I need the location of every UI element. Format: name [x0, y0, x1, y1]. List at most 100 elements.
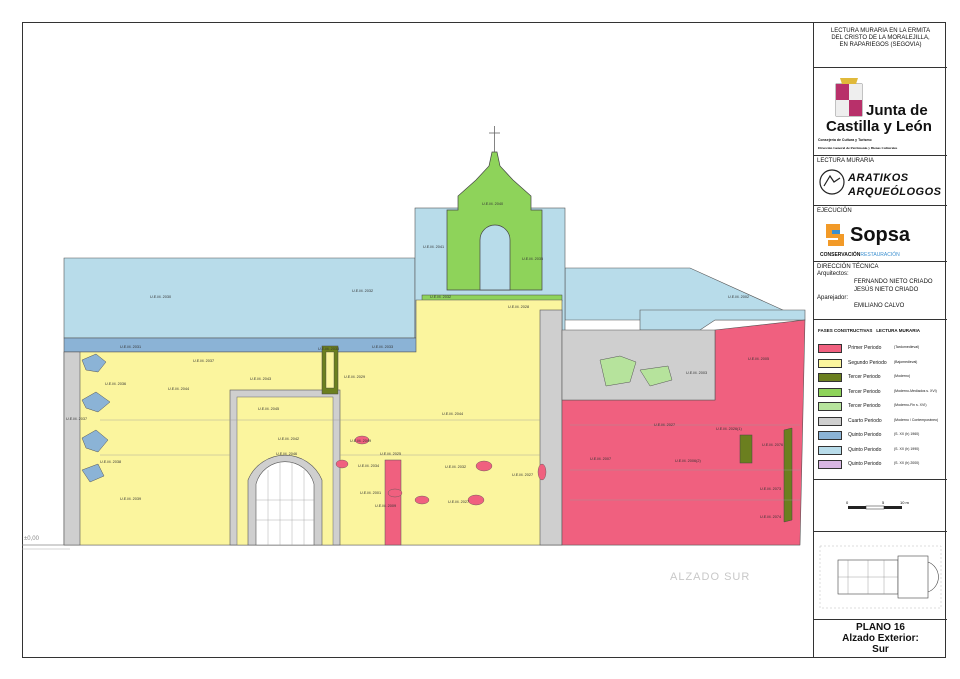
project-title-line: LECTURA MURARIA EN LA ERMITA [830, 28, 931, 34]
legend-note: (Moderno / Contemporáneo) [894, 417, 939, 422]
direccion-general: Dirección General de Patrimonio y Bienes… [818, 146, 898, 150]
aparejador: EMILIANO CALVO [854, 303, 905, 309]
ue-label: U.E.M. 2076 [762, 443, 783, 447]
ue-label: U.E.M. 2025 [380, 452, 401, 456]
ue-label: U.E.M. 2003 [686, 371, 707, 375]
ue-label: U.E.M. 2027 [448, 500, 469, 504]
gray-upper-right [561, 329, 716, 401]
ue-label: U.E.M. 2038 [100, 460, 121, 464]
legend-label: Tercer Periodo [848, 388, 881, 395]
legend-swatch [818, 416, 842, 426]
ue-label: U.E.M. 2032 [430, 295, 451, 299]
sopsa-cell: EJECUCIÓN Sopsa CONSERVACIÓNRESTAURACIÓN [814, 206, 947, 262]
aratikos-line1: ARATIKOS [848, 172, 909, 184]
left-buttress [63, 351, 81, 546]
legend-swatch [818, 373, 842, 382]
olive-window-slot [325, 351, 335, 389]
ue-label: U.E.M. 2032 [352, 289, 373, 293]
legend-item: Quinto Periodo (S. XX (h) 2000) [818, 460, 943, 472]
legend-item: Segundo Periodo (Bajomedieval) [818, 358, 943, 371]
coat-of-arms-icon [835, 78, 863, 117]
roof-main [63, 257, 416, 339]
legend-label: Primer Periodo [848, 345, 882, 351]
key-plan [819, 545, 942, 609]
sopsa-logo-icon [826, 224, 844, 246]
pink-pillar [384, 459, 402, 546]
legend-swatch [818, 445, 842, 455]
legend-swatch [818, 387, 842, 397]
ue-label: U.E.M. 2001 [360, 491, 381, 495]
ue-label: U.E.M. 2006(2) [675, 459, 701, 463]
legend-label: Quinto Periodo [848, 446, 882, 453]
legend-note: (Moderno-Fin s. XVI) [894, 403, 927, 407]
ue-label: U.E.M. 2031 [120, 345, 141, 349]
ejecucion-label: EJECUCIÓN [817, 208, 852, 214]
legend-item: Primer Periodo (Tardomedieval) [818, 344, 943, 356]
arquitecto-1: FERNANDO NIETO CRIADO [854, 279, 933, 285]
plan-title-cell: PLANO 16 Alzado Exterior: Sur [814, 620, 947, 658]
project-title-line: DEL CRISTO DE LA MORALEJILLA, [831, 35, 930, 41]
arquitecto-2: JESÚS NIETO CRIADO [854, 287, 919, 293]
elevation-label: ALZADO SUR [670, 571, 750, 583]
pink-spot-2 [387, 488, 403, 498]
ue-label: U.E.M. 2027 [512, 473, 533, 477]
legend-cell: FASES CONSTRUCTIVAS LECTURA MURARIA Prim… [814, 320, 947, 480]
ue-label: U.E.M. 2007 [590, 457, 611, 461]
right-buttress [539, 309, 563, 546]
legend-label: Quinto Periodo [848, 432, 882, 438]
ue-label: U.E.M. 2074 [760, 515, 781, 519]
junta-line2: Castilla y León [826, 118, 932, 135]
plan-number: PLANO 16 [856, 622, 905, 633]
scale-bar: 0 5 10 m [846, 500, 910, 510]
elevation-drawing: ±0,00 U.E.M. 2040 U.E.M. 2041 U.E.M. 203… [22, 126, 806, 583]
ue-label: U.E.M. 2041 [423, 245, 444, 249]
legend-label: Tercer Periodo [848, 403, 881, 409]
sopsa-name: Sopsa [850, 224, 911, 246]
legend-item: Tercer Periodo (Moderno) [818, 373, 943, 385]
legend-item: Tercer Periodo (Moderno-Mediados s. XVI) [818, 387, 943, 400]
ue-label: U.E.M. 2032 [445, 465, 466, 469]
legend-swatch [818, 431, 842, 440]
plan-title-1: Alzado Exterior: [842, 633, 919, 644]
ue-label: U.E.M. 2030 [150, 295, 171, 299]
ue-label: U.E.M. 2045 [258, 407, 279, 411]
ue-label: U.E.M. 2026(1) [716, 427, 742, 431]
title-block: LECTURA MURARIA EN LA ERMITA DEL CRISTO … [813, 22, 947, 658]
key-plan-cell [814, 532, 947, 620]
legend-item: Quinto Periodo (S. XX (h) 1960) [818, 431, 943, 443]
legend-item: Tercer Periodo (Moderno-Fin s. XVI) [818, 402, 943, 414]
direccion-cell: DIRECCIÓN TÉCNICA Arquitectos: FERNANDO … [814, 262, 947, 320]
legend-note: (S. XX (h) 1990) [894, 446, 920, 451]
direccion-tecnica: DIRECCIÓN TÉCNICA [817, 264, 879, 270]
scale-label-10: 10 m [900, 500, 910, 505]
legend-note: (S. XX (h) 1960) [894, 432, 920, 436]
ue-label: U.E.M. 2040 [482, 202, 503, 206]
legend-item: Cuarto Periodo (Moderno / Contemporáneo) [818, 416, 943, 429]
ue-label: U.E.M. 2037 [66, 417, 87, 421]
legend-header-b: LECTURA MURARIA [876, 328, 921, 333]
ue-label: U.E.M. 2028 [508, 305, 529, 309]
pink-spot-3 [475, 460, 493, 472]
legend-label: Cuarto Periodo [848, 417, 882, 424]
legend-note: (Moderno-Mediados s. XVI) [894, 388, 937, 393]
olive-block [739, 434, 753, 464]
ue-label: U.E.M. 2009 [375, 504, 396, 508]
project-title: LECTURA MURARIA EN LA ERMITA DEL CRISTO … [814, 22, 947, 68]
pink-spot-4 [467, 494, 485, 506]
scale-label-0: 0 [846, 500, 849, 505]
legend-label: Segundo Periodo [848, 359, 887, 366]
arquitectos-label: Arquitectos: [817, 271, 849, 277]
project-title-line: EN RAPARIEGOS (SEGOVIA) [839, 42, 922, 48]
datum-label: ±0,00 [24, 536, 40, 542]
ue-label: U.E.M. 2049 [350, 439, 371, 443]
ue-label: U.E.M. 2005 [748, 357, 769, 361]
legend-header-a: FASES CONSTRUCTIVAS [818, 328, 873, 333]
ue-label: U.E.M. 2039 [120, 497, 141, 501]
ue-label: U.E.M. 2037 [193, 359, 214, 363]
ue-label: U.E.M. 2034 [358, 464, 379, 468]
legend-label: Tercer Periodo [848, 374, 881, 380]
ue-label: U.E.M. 2042 [278, 437, 299, 441]
aratikos-logo-icon [819, 169, 845, 195]
ue-label: U.E.M. 2033 [318, 347, 339, 351]
ue-label: U.E.M. 2027 [654, 423, 675, 427]
